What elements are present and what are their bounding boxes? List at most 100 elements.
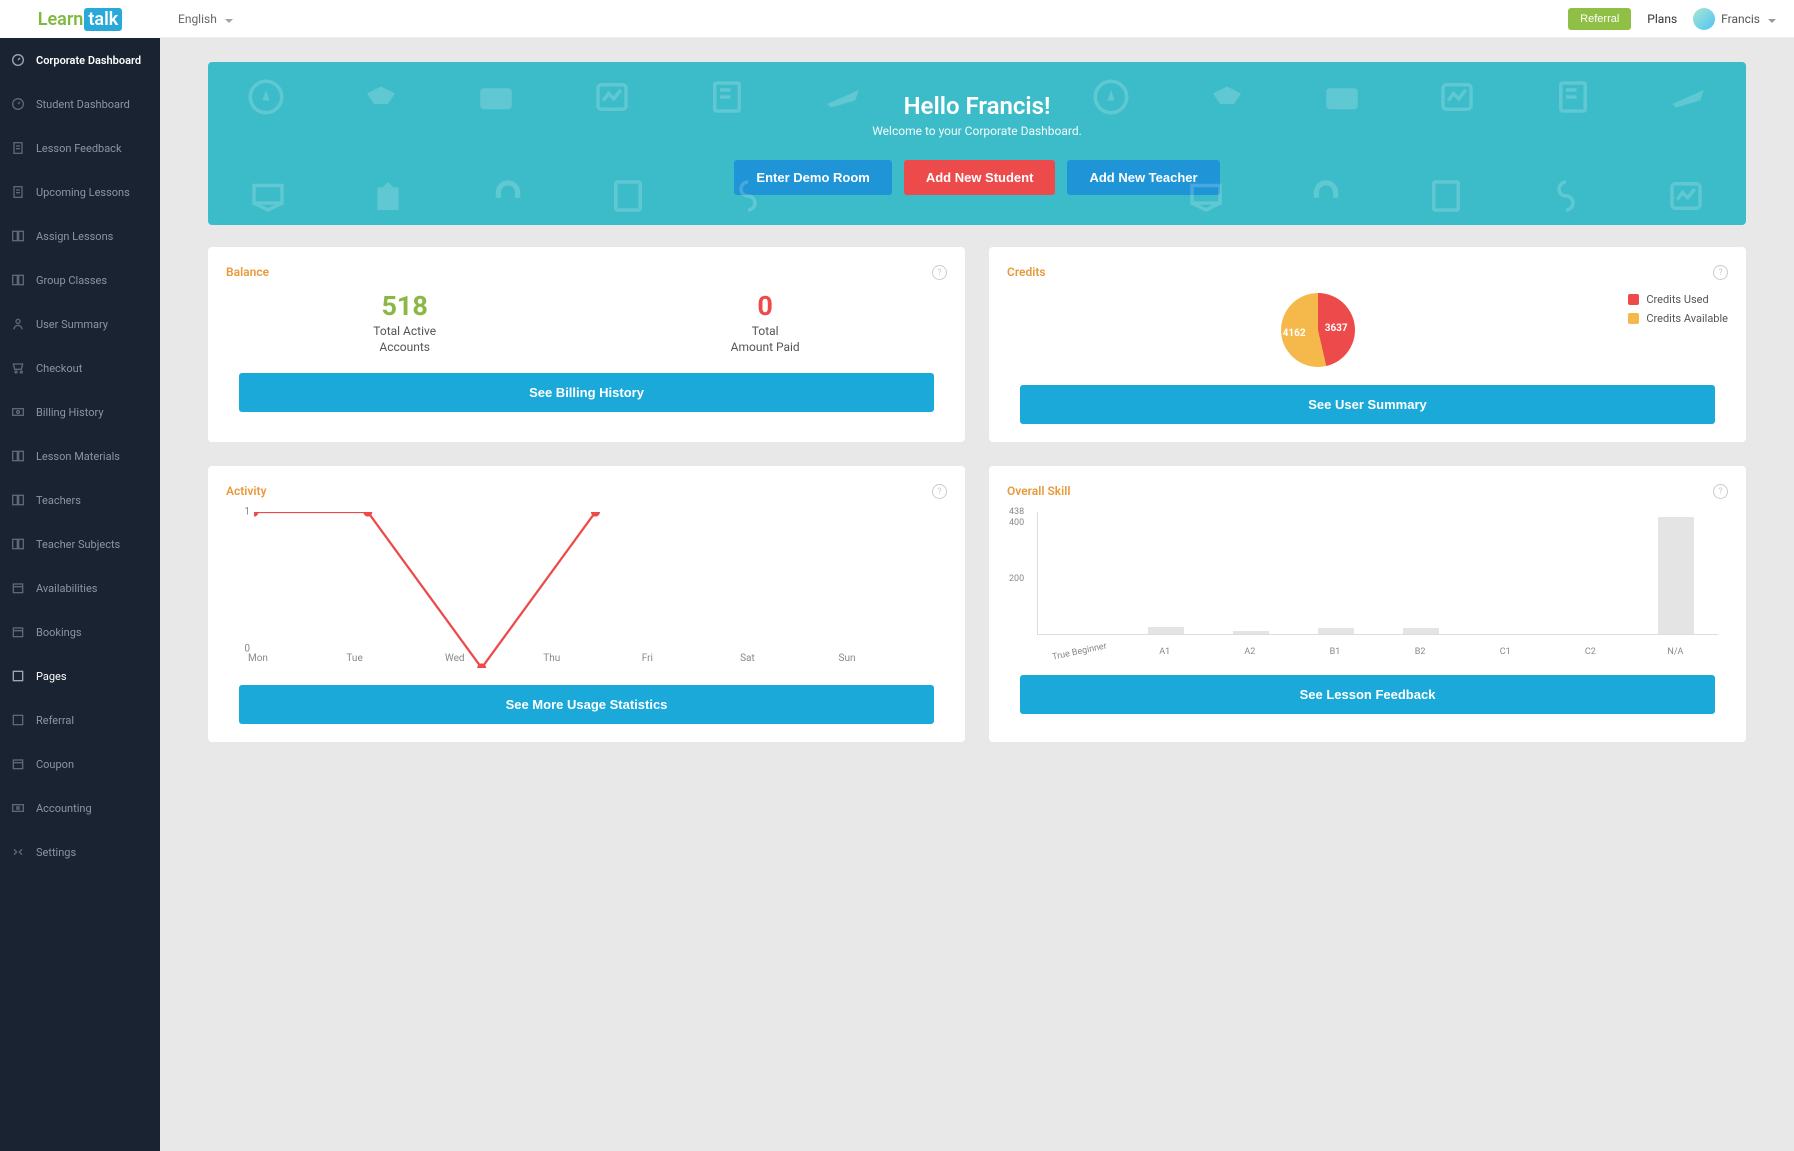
amount-paid-value: 0 (731, 293, 800, 320)
sidebar-item-label: Checkout (36, 362, 82, 375)
sidebar-item-student-dashboard[interactable]: Student Dashboard (0, 82, 160, 126)
sidebar-item-label: User Summary (36, 318, 108, 331)
document-icon (10, 140, 26, 156)
sidebar-item-pages[interactable]: Pages (0, 654, 160, 698)
sidebar-item-user-summary[interactable]: User Summary (0, 302, 160, 346)
page-icon (10, 712, 26, 728)
skill-bar (1658, 517, 1694, 634)
document-icon (10, 184, 26, 200)
user-icon (10, 316, 26, 332)
help-icon[interactable]: ? (1713, 265, 1728, 280)
help-icon[interactable]: ? (932, 265, 947, 280)
language-selector[interactable]: English (178, 12, 233, 26)
sidebar-item-lesson-materials[interactable]: Lesson Materials (0, 434, 160, 478)
logo-talk: talk (84, 8, 122, 31)
skill-bar (1318, 628, 1354, 634)
card-title: Activity (226, 484, 947, 498)
sidebar-nav: Corporate Dashboard Student Dashboard Less… (0, 38, 160, 874)
sidebar-item-checkout[interactable]: Checkout (0, 346, 160, 390)
help-icon[interactable]: ? (932, 484, 947, 499)
sidebar-item-label: Settings (36, 846, 76, 859)
credits-available-label: 4162 (1283, 328, 1306, 339)
skill-plot (1037, 512, 1718, 635)
credits-card: Credits ? 3637 4162 Credits Used Credits… (989, 247, 1746, 442)
book-icon (10, 448, 26, 464)
sidebar-item-label: Accounting (36, 802, 92, 815)
activity-card: Activity ? 1 0 (208, 466, 965, 742)
sidebar-item-settings[interactable]: Settings (0, 830, 160, 874)
activity-chart: 1 0 MonTueWedThuFriSatSun (236, 512, 937, 667)
logo[interactable]: Learntalk (0, 0, 160, 38)
billing-history-button[interactable]: See Billing History (239, 373, 934, 412)
calendar-icon (10, 756, 26, 772)
card-title: Balance (226, 265, 947, 279)
dashboard-icon (10, 96, 26, 112)
card-title: Overall Skill (1007, 484, 1728, 498)
skill-chart: True BeginnerA1A2B1B2C1C2N/A 200400438 (1037, 512, 1718, 657)
legend-swatch-available (1628, 313, 1639, 324)
sidebar-item-teachers[interactable]: Teachers (0, 478, 160, 522)
page-icon (10, 668, 26, 684)
sidebar-item-label: Assign Lessons (36, 230, 113, 243)
logo-learn: Learn (38, 9, 84, 30)
sidebar-item-availabilities[interactable]: Availabilities (0, 566, 160, 610)
language-label: English (178, 12, 217, 26)
sidebar-item-billing-history[interactable]: Billing History (0, 390, 160, 434)
credits-legend: Credits Used Credits Available (1628, 293, 1728, 331)
sidebar-item-label: Billing History (36, 406, 104, 419)
money-icon (10, 404, 26, 420)
cart-icon (10, 360, 26, 376)
sidebar-item-lesson-feedback[interactable]: Lesson Feedback (0, 126, 160, 170)
sidebar-item-label: Lesson Feedback (36, 142, 122, 155)
book-icon (10, 228, 26, 244)
money-icon (10, 800, 26, 816)
sidebar: Learntalk Corporate Dashboard Student Das… (0, 0, 160, 1151)
legend-swatch-used (1628, 294, 1639, 305)
sidebar-item-label: Teacher Subjects (36, 538, 120, 551)
hero-banner: Hello Francis! Welcome to your Corporate… (208, 62, 1746, 225)
sidebar-item-assign-lessons[interactable]: Assign Lessons (0, 214, 160, 258)
skill-bar (1403, 628, 1439, 634)
dashboard-icon (10, 52, 26, 68)
sidebar-item-referral[interactable]: Referral (0, 698, 160, 742)
sidebar-item-label: Corporate Dashboard (36, 54, 141, 67)
skill-x-axis: True BeginnerA1A2B1B2C1C2N/A (1037, 647, 1718, 657)
sidebar-item-label: Bookings (36, 626, 82, 639)
sidebar-item-label: Teachers (36, 494, 81, 507)
book-icon (10, 492, 26, 508)
sidebar-item-accounting[interactable]: Accounting (0, 786, 160, 830)
sidebar-item-label: Student Dashboard (36, 98, 130, 111)
user-menu[interactable]: Francis (1693, 8, 1776, 30)
avatar (1693, 8, 1715, 30)
balance-card: Balance ? 518 Total ActiveAccounts 0 Tot… (208, 247, 965, 442)
book-icon (10, 536, 26, 552)
book-icon (10, 272, 26, 288)
sidebar-item-label: Group Classes (36, 274, 107, 287)
skill-bar (1233, 631, 1269, 634)
sidebar-item-upcoming-lessons[interactable]: Upcoming Lessons (0, 170, 160, 214)
calendar-icon (10, 580, 26, 596)
help-icon[interactable]: ? (1713, 484, 1728, 499)
lesson-feedback-button[interactable]: See Lesson Feedback (1020, 675, 1715, 714)
sidebar-item-coupon[interactable]: Coupon (0, 742, 160, 786)
plans-link[interactable]: Plans (1647, 12, 1677, 26)
skill-bar (1148, 627, 1184, 634)
sidebar-item-corporate-dashboard[interactable]: Corporate Dashboard (0, 38, 160, 82)
user-name: Francis (1721, 12, 1760, 26)
user-summary-button[interactable]: See User Summary (1020, 385, 1715, 424)
topbar: English Referral Plans Francis (160, 0, 1794, 38)
sidebar-item-label: Pages (36, 670, 67, 683)
sidebar-item-teacher-subjects[interactable]: Teacher Subjects (0, 522, 160, 566)
referral-button[interactable]: Referral (1568, 8, 1631, 30)
hero-subtitle: Welcome to your Corporate Dashboard. (228, 124, 1726, 138)
sidebar-item-bookings[interactable]: Bookings (0, 610, 160, 654)
usage-stats-button[interactable]: See More Usage Statistics (239, 685, 934, 724)
settings-icon (10, 844, 26, 860)
chevron-down-icon (223, 12, 233, 26)
sidebar-item-group-classes[interactable]: Group Classes (0, 258, 160, 302)
sidebar-item-label: Referral (36, 714, 74, 727)
credits-pie-chart: 3637 4162 (1281, 293, 1355, 367)
sidebar-item-label: Upcoming Lessons (36, 186, 130, 199)
skill-card: Overall Skill ? True BeginnerA1A2B1B2C1C… (989, 466, 1746, 742)
sidebar-item-label: Coupon (36, 758, 74, 771)
